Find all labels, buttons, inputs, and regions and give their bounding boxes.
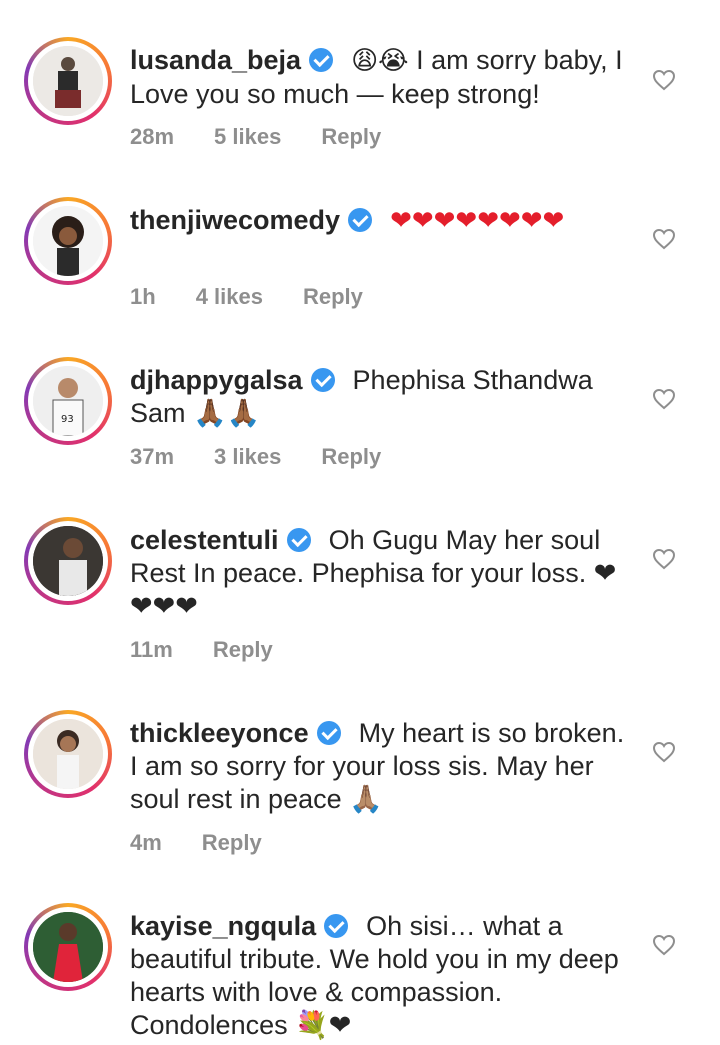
- avatar[interactable]: [24, 197, 112, 285]
- verified-badge-icon: [348, 208, 373, 232]
- comment-time: 1h: [130, 284, 156, 309]
- verified-badge-icon: [286, 528, 311, 552]
- avatar[interactable]: [24, 903, 112, 991]
- reply-button[interactable]: Reply: [321, 124, 381, 150]
- reply-button[interactable]: Reply: [303, 284, 363, 310]
- avatar[interactable]: [24, 710, 112, 798]
- person-photo-icon: 93: [33, 366, 103, 436]
- avatar[interactable]: [24, 37, 112, 125]
- comment-emoji: ❤❤❤❤❤❤❤❤: [390, 206, 565, 236]
- comment-time: 28m: [130, 124, 175, 149]
- comment-time: 11m: [130, 637, 173, 662]
- comment-username[interactable]: djhappygalsa: [130, 365, 303, 395]
- heart-like-icon[interactable]: [652, 228, 676, 250]
- comment-likes[interactable]: 5 likes: [214, 124, 281, 150]
- comment-likes[interactable]: 3 likes: [214, 444, 281, 470]
- comment-username[interactable]: kayise_ngqula: [130, 911, 316, 941]
- comment-time: 37m: [130, 444, 175, 469]
- person-photo-icon: [33, 719, 103, 789]
- verified-badge-icon: [316, 721, 341, 745]
- heart-like-icon[interactable]: [652, 741, 676, 763]
- heart-like-icon[interactable]: [652, 548, 676, 570]
- comment-username[interactable]: lusanda_beja: [130, 45, 301, 75]
- svg-text:93: 93: [61, 414, 74, 425]
- comment-emoji: 😩😭: [351, 46, 409, 76]
- verified-badge-icon: [310, 368, 335, 392]
- verified-badge-icon: [309, 48, 334, 72]
- comment-username[interactable]: thenjiwecomedy: [130, 205, 340, 235]
- reply-button[interactable]: Reply: [213, 637, 273, 663]
- comment-username[interactable]: celestentuli: [130, 525, 279, 555]
- comment-username[interactable]: thickleeyonce: [130, 718, 309, 748]
- heart-like-icon[interactable]: [652, 934, 676, 956]
- avatar[interactable]: 93: [24, 357, 112, 445]
- comment-likes[interactable]: 4 likes: [196, 284, 263, 310]
- heart-like-icon[interactable]: [652, 69, 676, 91]
- reply-button[interactable]: Reply: [202, 830, 262, 856]
- person-photo-icon: [33, 206, 103, 276]
- person-photo-icon: [33, 912, 103, 982]
- person-photo-icon: [33, 526, 103, 596]
- comment-time: 4m: [130, 830, 162, 855]
- heart-like-icon[interactable]: [652, 388, 676, 410]
- person-photo-icon: [33, 46, 103, 116]
- verified-badge-icon: [324, 914, 349, 938]
- avatar[interactable]: [24, 517, 112, 605]
- reply-button[interactable]: Reply: [321, 444, 381, 470]
